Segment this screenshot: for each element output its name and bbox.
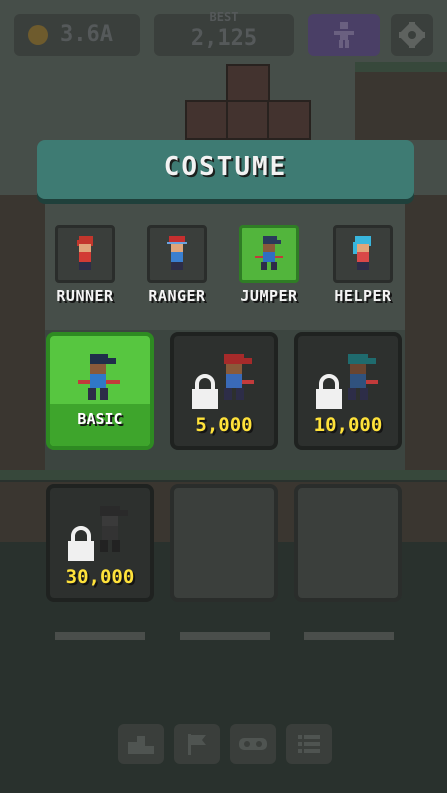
costume-price: 30,000	[65, 566, 135, 588]
background-divider	[304, 632, 394, 640]
background-divider	[180, 632, 270, 640]
coin-icon	[28, 25, 48, 45]
best-score-display: BEST 2,125	[154, 10, 294, 56]
costume-card-basic[interactable]: BASIC	[46, 332, 154, 450]
panel-title: COSTUME	[163, 152, 288, 182]
character-button[interactable]	[308, 14, 380, 56]
tab-runner[interactable]	[55, 225, 115, 283]
tab-helper[interactable]	[333, 225, 393, 283]
costume-price: 5,000	[195, 414, 253, 436]
jumper-red-sprite-icon	[224, 354, 254, 400]
costume-card-empty	[294, 484, 402, 602]
costume-card-10000[interactable]: 10,000	[294, 332, 402, 450]
costume-label: BASIC	[77, 410, 123, 428]
podium-icon	[128, 736, 154, 754]
best-label: BEST	[209, 10, 239, 24]
costume-price: 10,000	[313, 414, 383, 436]
tab-ranger-label: RANGER	[148, 287, 206, 305]
menu-list-button[interactable]	[286, 724, 332, 764]
coins-value: 3.6A	[60, 22, 113, 47]
tab-ranger[interactable]	[147, 225, 207, 283]
costume-title-banner: COSTUME	[37, 140, 414, 199]
tab-helper-label: HELPER	[334, 287, 392, 305]
costume-card-5000[interactable]: 5,000	[170, 332, 278, 450]
list-icon	[298, 735, 320, 753]
missions-button[interactable]	[174, 724, 220, 764]
jumper-basic-sprite-icon	[78, 354, 120, 400]
jumper-sprite-icon	[255, 236, 283, 270]
flag-icon	[188, 734, 206, 755]
tab-jumper-label: JUMPER	[240, 287, 298, 305]
person-icon	[334, 22, 354, 48]
jumper-shadow-sprite-icon	[100, 506, 128, 552]
jumper-teal-sprite-icon	[348, 354, 378, 400]
tab-runner-label: RUNNER	[56, 287, 114, 305]
leaderboard-button[interactable]	[118, 724, 164, 764]
ranger-sprite-icon	[167, 236, 187, 270]
gamepad-icon	[239, 738, 267, 750]
background-divider	[55, 632, 145, 640]
costume-card-30000[interactable]: 30,000	[46, 484, 154, 602]
controller-button[interactable]	[230, 724, 276, 764]
costume-card-empty	[170, 484, 278, 602]
tab-jumper[interactable]	[239, 225, 299, 283]
gear-icon	[399, 22, 425, 48]
best-value: 2,125	[190, 26, 258, 51]
coins-display: 3.6A	[14, 14, 140, 56]
settings-button[interactable]	[391, 14, 433, 56]
runner-sprite-icon	[77, 236, 93, 270]
helper-sprite-icon	[353, 236, 371, 270]
